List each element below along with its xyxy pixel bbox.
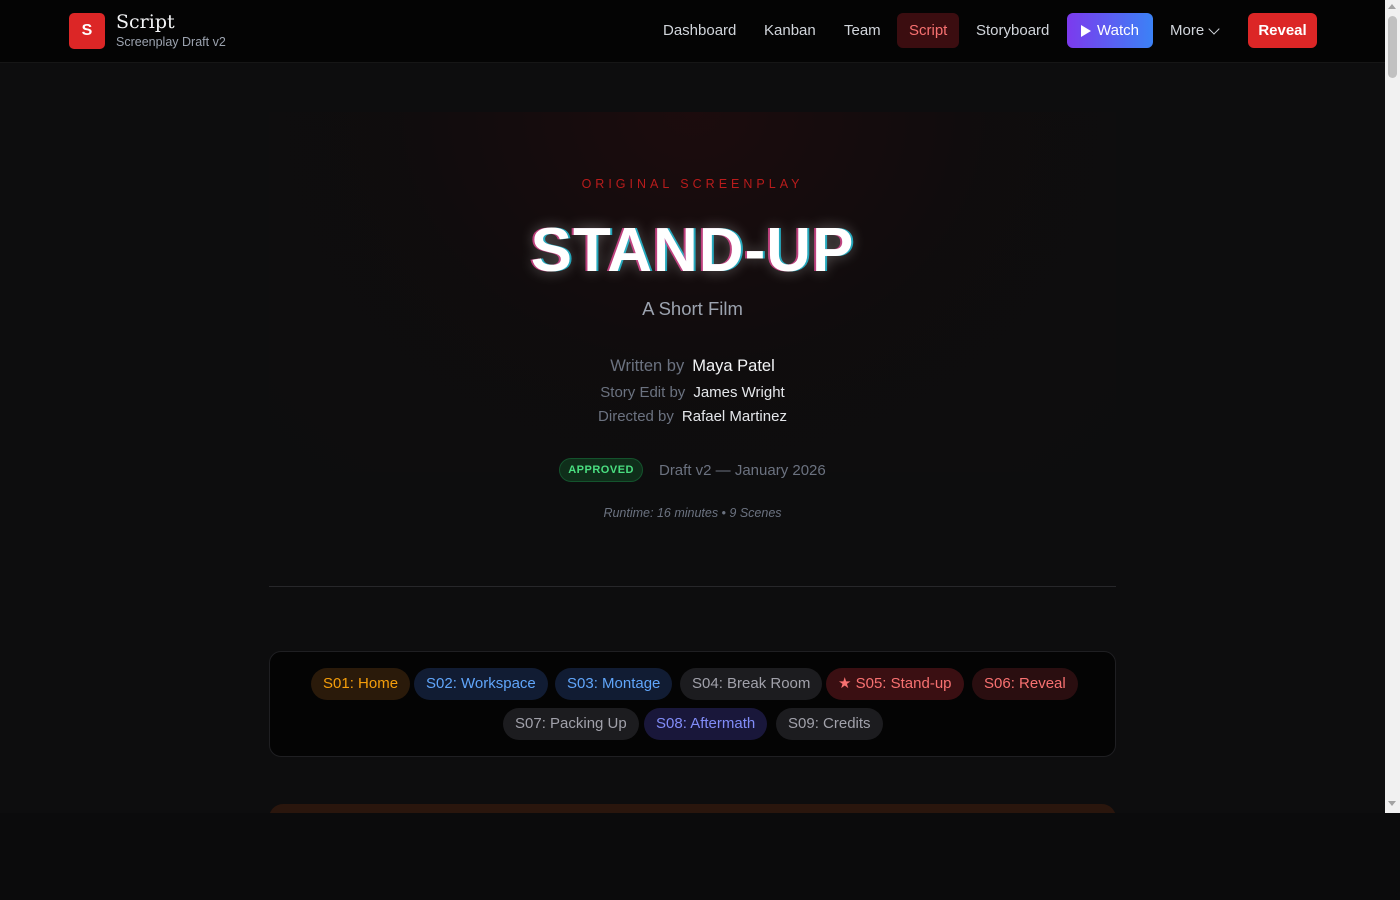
nav-dashboard[interactable]: Dashboard (651, 13, 748, 48)
chevron-down-icon (1208, 22, 1220, 35)
nav-kanban[interactable]: Kanban (752, 13, 828, 48)
screenplay-eyebrow: ORIGINAL SCREENPLAY (581, 177, 804, 191)
credit-label: Written by (610, 357, 685, 375)
credit-story-edit-by: Story Edit by James Wright (269, 384, 1116, 401)
nav-script[interactable]: Script (897, 13, 960, 48)
screenplay-subtitle: A Short Film (642, 298, 743, 319)
brand-subtitle: Screenplay Draft v2 (116, 35, 226, 49)
scene-chip-s08[interactable]: S08: Aftermath (644, 708, 768, 740)
play-icon (1081, 24, 1092, 37)
page-scrollbar[interactable] (1385, 0, 1400, 813)
credit-name: Rafael Martinez (681, 408, 787, 425)
screenplay-title: STAND-UP (530, 216, 855, 285)
scene-chip-s07[interactable]: S07: Packing Up (503, 708, 639, 740)
scene-chip-s05[interactable]: ★ S05: Stand-up (826, 668, 964, 700)
scene-chip-s02[interactable]: S02: Workspace (414, 668, 548, 700)
scroll-up-arrow-icon[interactable] (1388, 4, 1396, 9)
credit-directed-by: Directed by Rafael Martinez (269, 408, 1116, 425)
scene-navigator: S01: Home S02: Workspace S03: Montage S0… (269, 651, 1116, 757)
reveal-button[interactable]: Reveal (1248, 13, 1317, 48)
draft-info: Draft v2 — January 2026 (658, 461, 826, 479)
section-divider (269, 586, 1116, 587)
draft-status-row: APPROVED Draft v2 — January 2026 (269, 458, 1116, 482)
app-viewport: S Script Screenplay Draft v2 Dashboard K… (0, 0, 1385, 813)
more-menu-button[interactable]: More (1160, 13, 1228, 48)
scene-chip-s01[interactable]: S01: Home (311, 668, 411, 700)
watch-button[interactable]: Watch (1067, 13, 1153, 48)
top-navigation-bar: S Script Screenplay Draft v2 Dashboard K… (0, 0, 1385, 63)
nav-team[interactable]: Team (832, 13, 893, 48)
scene-chip-s06[interactable]: S06: Reveal (972, 668, 1078, 700)
approved-status-badge: APPROVED (559, 458, 643, 482)
brand-title[interactable]: Script (116, 11, 175, 33)
scene-card-preview (269, 804, 1116, 813)
scene-chip-s09[interactable]: S09: Credits (776, 708, 883, 740)
credit-name: James Wright (693, 384, 785, 401)
credit-label: Story Edit by (600, 384, 686, 401)
scroll-down-arrow-icon[interactable] (1388, 801, 1396, 806)
credit-label: Directed by (598, 408, 674, 425)
scene-chip-s04[interactable]: S04: Break Room (680, 668, 823, 700)
brand-logo[interactable]: S (69, 13, 105, 49)
nav-storyboard[interactable]: Storyboard (964, 13, 1061, 48)
more-label: More (1170, 22, 1205, 39)
credit-written-by: Written by Maya Patel (269, 357, 1116, 376)
runtime-info: Runtime: 16 minutes • 9 Scenes (603, 506, 782, 520)
scrollbar-thumb[interactable] (1388, 16, 1397, 78)
credit-name: Maya Patel (692, 357, 775, 375)
watch-label: Watch (1097, 22, 1139, 39)
scene-chip-s03[interactable]: S03: Montage (555, 668, 673, 700)
